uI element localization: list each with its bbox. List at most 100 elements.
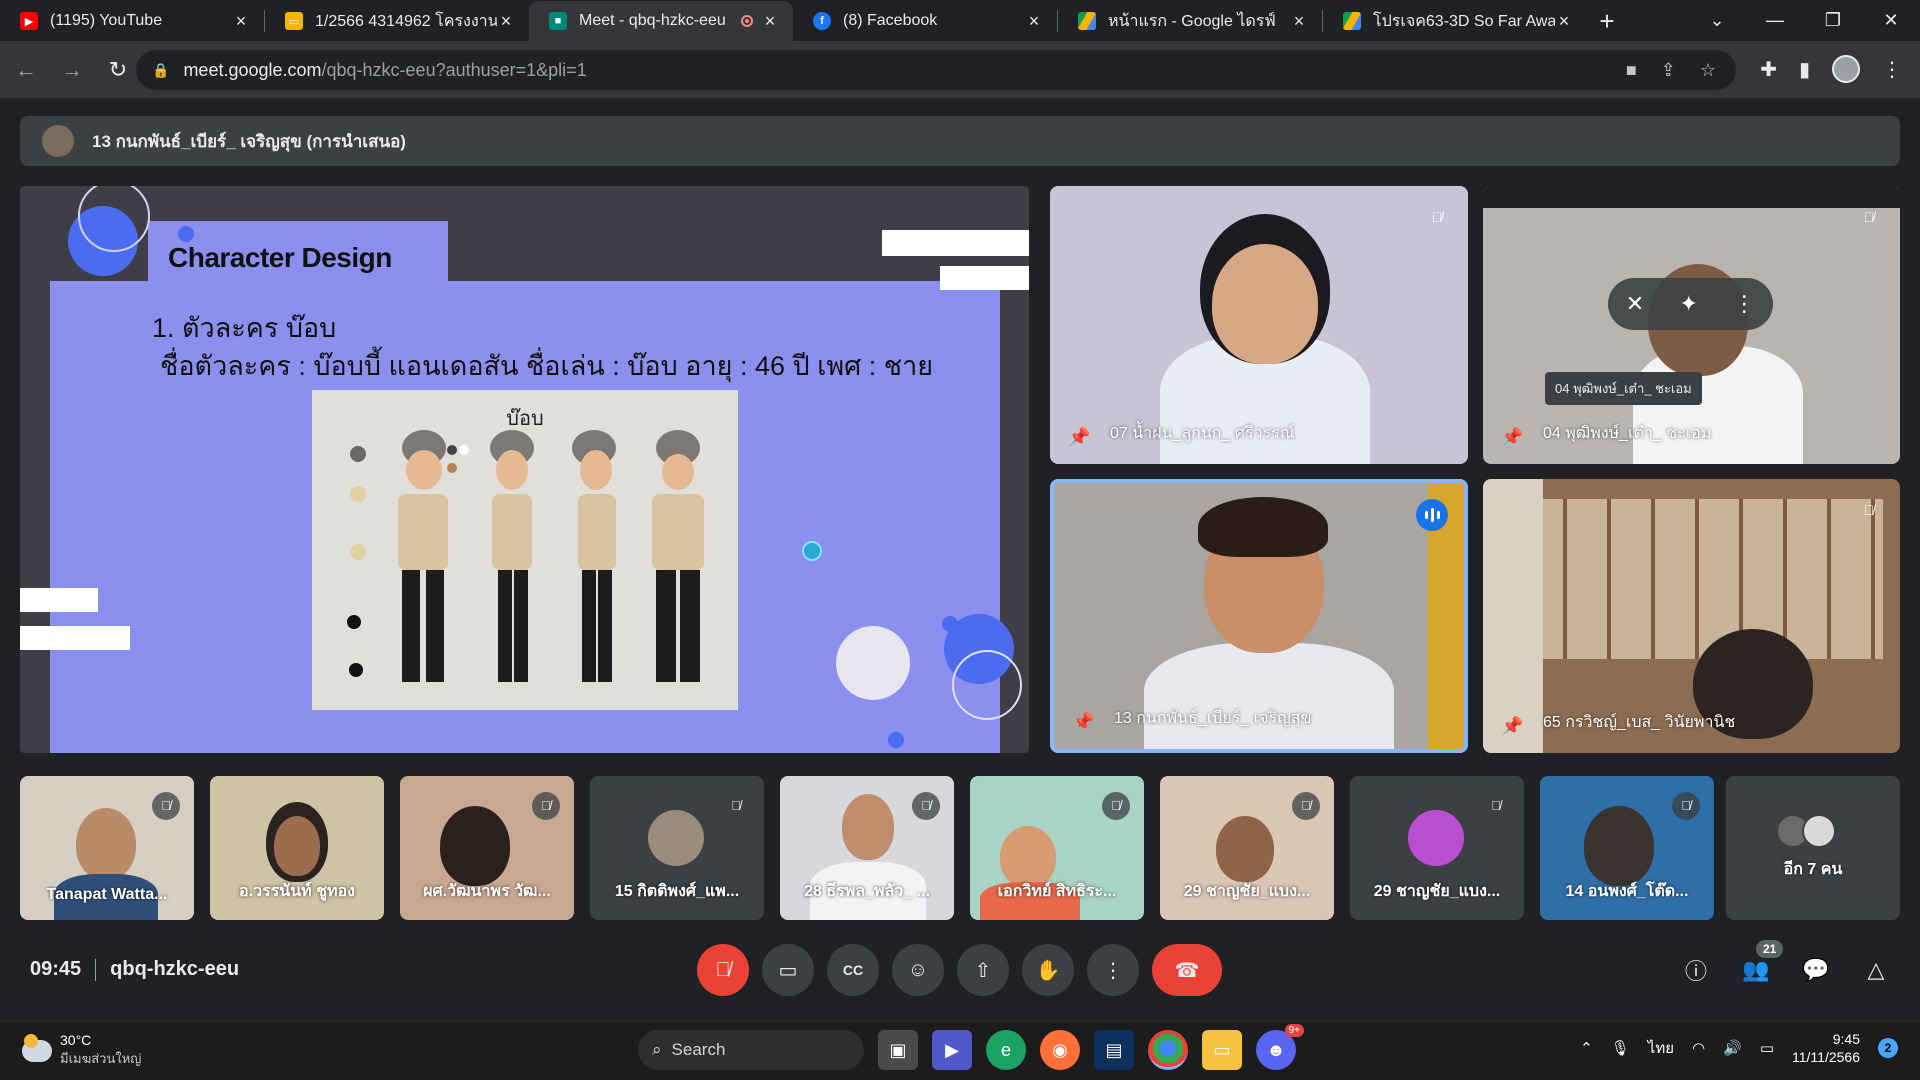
close-window-button[interactable]: ✕ (1862, 10, 1920, 31)
close-icon[interactable]: × (232, 11, 250, 32)
slides-icon: ▭ (285, 12, 303, 30)
language-indicator[interactable]: ไทย (1648, 1036, 1674, 1060)
tab-facebook[interactable]: f (8) Facebook × (793, 1, 1057, 41)
lock-icon[interactable]: 🔒 (152, 62, 169, 79)
activities-button[interactable]: △ (1854, 948, 1898, 992)
reload-button[interactable]: ↻ (98, 50, 138, 90)
pin-icon[interactable]: 📌 (1501, 427, 1523, 448)
taskbar-search[interactable]: ⌕ Search (638, 1030, 864, 1070)
participant-face (1212, 244, 1318, 364)
minimize-button[interactable]: — (1746, 10, 1804, 31)
participant-tile[interactable]: 📌 07 น้ำฝน_ลูกนก_ ศรีวรรณ์ 🎙̸ (1050, 186, 1468, 464)
participant-tile[interactable]: ✕ ✦ ⋮ 04 พุฒิพงษ์_เต๋า_ ชะเอม 📌 04 พุฒิพ… (1483, 186, 1900, 464)
camera-toggle-button[interactable]: ▭ (762, 944, 814, 996)
tab-drive-project[interactable]: โปรเจค63-3D So Far Away - × (1323, 1, 1587, 41)
leave-call-button[interactable]: ☎ (1152, 944, 1222, 996)
tab-drive-home[interactable]: หน้าแรก - Google ไดรฟ์ × (1058, 1, 1322, 41)
drive-icon (1078, 12, 1096, 30)
mic-off-icon: 🎙̸ (1482, 792, 1510, 820)
weather-widget[interactable]: 30°C มีเมฆส่วนใหญ่ (22, 1032, 141, 1069)
pin-icon[interactable]: 📌 (1068, 427, 1090, 448)
file-explorer-icon[interactable]: ▭ (1202, 1030, 1242, 1070)
slide-title: Character Design (168, 242, 392, 273)
filmstrip-tile[interactable]: 🎙̸ 29 ชาญชัย_แบง... (1160, 776, 1334, 920)
participant-video (1144, 643, 1394, 749)
volume-icon[interactable]: 🔊 (1723, 1039, 1742, 1057)
close-icon[interactable]: × (1025, 11, 1043, 32)
close-icon[interactable]: × (1290, 11, 1308, 32)
present-screen-button[interactable]: ⇧ (957, 944, 1009, 996)
pin-icon[interactable]: 📌 (1501, 716, 1523, 737)
reactions-button[interactable]: ☺ (892, 944, 944, 996)
more-options-icon[interactable]: ⋮ (1733, 291, 1755, 317)
filmstrip-tile[interactable]: อ.วรรนันท์ ชูทอง (210, 776, 384, 920)
new-tab-button[interactable]: + (1587, 1, 1627, 41)
camera-in-use-icon[interactable]: ■ (1626, 60, 1637, 81)
microphone-toggle-button[interactable]: 🎙̸ (697, 944, 749, 996)
slide-heading: 1. ตัวละคร บ๊อบ (152, 313, 337, 343)
restore-button[interactable]: ❐ (1804, 10, 1862, 31)
filmstrip-tile[interactable]: 🎙̸ 15 กิตติพงศ์_แพ... (590, 776, 764, 920)
wifi-icon[interactable]: ◠ (1692, 1039, 1705, 1057)
browser-tab-strip: ▶ (1195) YouTube × ▭ 1/2566 4314962 โครง… (0, 0, 1920, 41)
system-clock[interactable]: 9:45 11/11/2566 (1792, 1030, 1860, 1066)
tab-youtube[interactable]: ▶ (1195) YouTube × (0, 1, 264, 41)
discord-badge: 9+ (1284, 1024, 1304, 1037)
participant-name: 15 กิตติพงศ์_แพ... (614, 883, 740, 900)
forward-button[interactable]: → (52, 50, 92, 90)
meeting-info: 09:45 qbq-hzkc-eeu (30, 958, 239, 981)
chevron-up-icon[interactable]: ⌃ (1580, 1039, 1593, 1057)
raise-hand-button[interactable]: ✋ (1022, 944, 1074, 996)
mic-off-icon: 🎙̸ (912, 792, 940, 820)
filmstrip-tile[interactable]: 🎙̸ 28 ธีรพล_พลัว_ ... (780, 776, 954, 920)
address-bar[interactable]: 🔒 meet.google.com /qbq-hzkc-eeu?authuser… (136, 50, 1736, 90)
tab-slides[interactable]: ▭ 1/2566 4314962 โครงงานแ × (265, 1, 529, 41)
chat-button[interactable]: 💬 (1794, 948, 1838, 992)
close-icon[interactable]: × (1555, 11, 1573, 32)
extensions-icon[interactable]: ✚ (1760, 57, 1777, 82)
chrome-icon[interactable] (1148, 1030, 1188, 1070)
edge-icon[interactable]: e (986, 1030, 1026, 1070)
tab-title: (8) Facebook (843, 12, 938, 29)
close-icon[interactable]: × (497, 11, 515, 32)
more-options-button[interactable]: ⋮ (1087, 944, 1139, 996)
battery-icon[interactable]: ▭ (1760, 1039, 1774, 1057)
teams-icon[interactable]: ▶ (932, 1030, 972, 1070)
task-view-icon[interactable]: ▣ (878, 1030, 918, 1070)
laser-pointer-icon (802, 541, 822, 561)
firefox-icon[interactable]: ◉ (1040, 1030, 1080, 1070)
notification-badge[interactable]: 2 (1878, 1038, 1898, 1058)
meet-control-bar: 09:45 qbq-hzkc-eeu 🎙̸ ▭ CC ☺ ⇧ ✋ ⋮ ☎ ⓘ 👥 … (0, 936, 1920, 1028)
close-icon[interactable]: × (761, 11, 779, 32)
pin-off-icon[interactable]: ✕ (1626, 291, 1644, 317)
captions-button[interactable]: CC (827, 944, 879, 996)
filmstrip-tile[interactable]: 🎙̸ 14 อนพงศ์_โต๊ด... (1540, 776, 1714, 920)
filmstrip-tile[interactable]: 🎙̸ ผศ.วัฒนาพร วัฒ... (400, 776, 574, 920)
participant-tile-active-speaker[interactable]: 📌 13 กนกพันธ์_เบียร์_ เจริญสุข (1050, 479, 1468, 753)
presenter-banner: 13 กนกพันธ์_เบียร์_ เจริญสุข (การนำเสนอ) (20, 116, 1900, 166)
tab-title: หน้าแรก - Google ไดรฟ์ (1108, 12, 1276, 30)
windows-start-icon[interactable] (590, 1036, 618, 1064)
participant-tile[interactable]: 📌 65 กรวิชญ์_เบส_ วินัยพานิช 🎙̸ (1483, 479, 1900, 753)
profile-avatar[interactable] (1832, 55, 1860, 83)
menu-icon[interactable]: ⋮ (1882, 57, 1902, 82)
filmstrip-tile[interactable]: 🎙̸ Tanapat Watta... (20, 776, 194, 920)
filmstrip-more-participants[interactable]: อีก 7 คน (1726, 776, 1900, 920)
taskbar-apps: ⌕ Search ▣ ▶ e ◉ ▤ ▭ ☻ 9+ (584, 1024, 1304, 1070)
more-participants-label: อีก 7 คน (1783, 861, 1843, 878)
microphone-icon[interactable]: 🎙 (1611, 1039, 1630, 1057)
pin-icon[interactable]: 📌 (1072, 712, 1094, 733)
back-button[interactable]: ← (6, 50, 46, 90)
effects-sparkle-icon[interactable]: ✦ (1680, 291, 1698, 317)
filmstrip-tile[interactable]: 🎙̸ เอกวิทย์ สิทธิระ... (970, 776, 1144, 920)
presentation-slide[interactable]: Character Design 1. ตัวละคร บ๊อบ ชื่อตัว… (20, 186, 1029, 753)
bookmark-star-icon[interactable]: ☆ (1700, 60, 1716, 81)
filmstrip-tile[interactable]: 🎙̸ 29 ชาญชัย_แบง... (1350, 776, 1524, 920)
tab-search-icon[interactable]: ⌄ (1688, 10, 1746, 31)
share-icon[interactable]: ⇪ (1661, 60, 1676, 81)
discord-icon[interactable]: ☻ 9+ (1256, 1024, 1304, 1070)
meeting-details-button[interactable]: ⓘ (1674, 948, 1718, 992)
app-icon[interactable]: ▤ (1094, 1030, 1134, 1070)
side-panel-icon[interactable]: ▮ (1799, 57, 1810, 82)
tab-meet[interactable]: ■ Meet - qbq-hzkc-eeu × (529, 1, 793, 41)
